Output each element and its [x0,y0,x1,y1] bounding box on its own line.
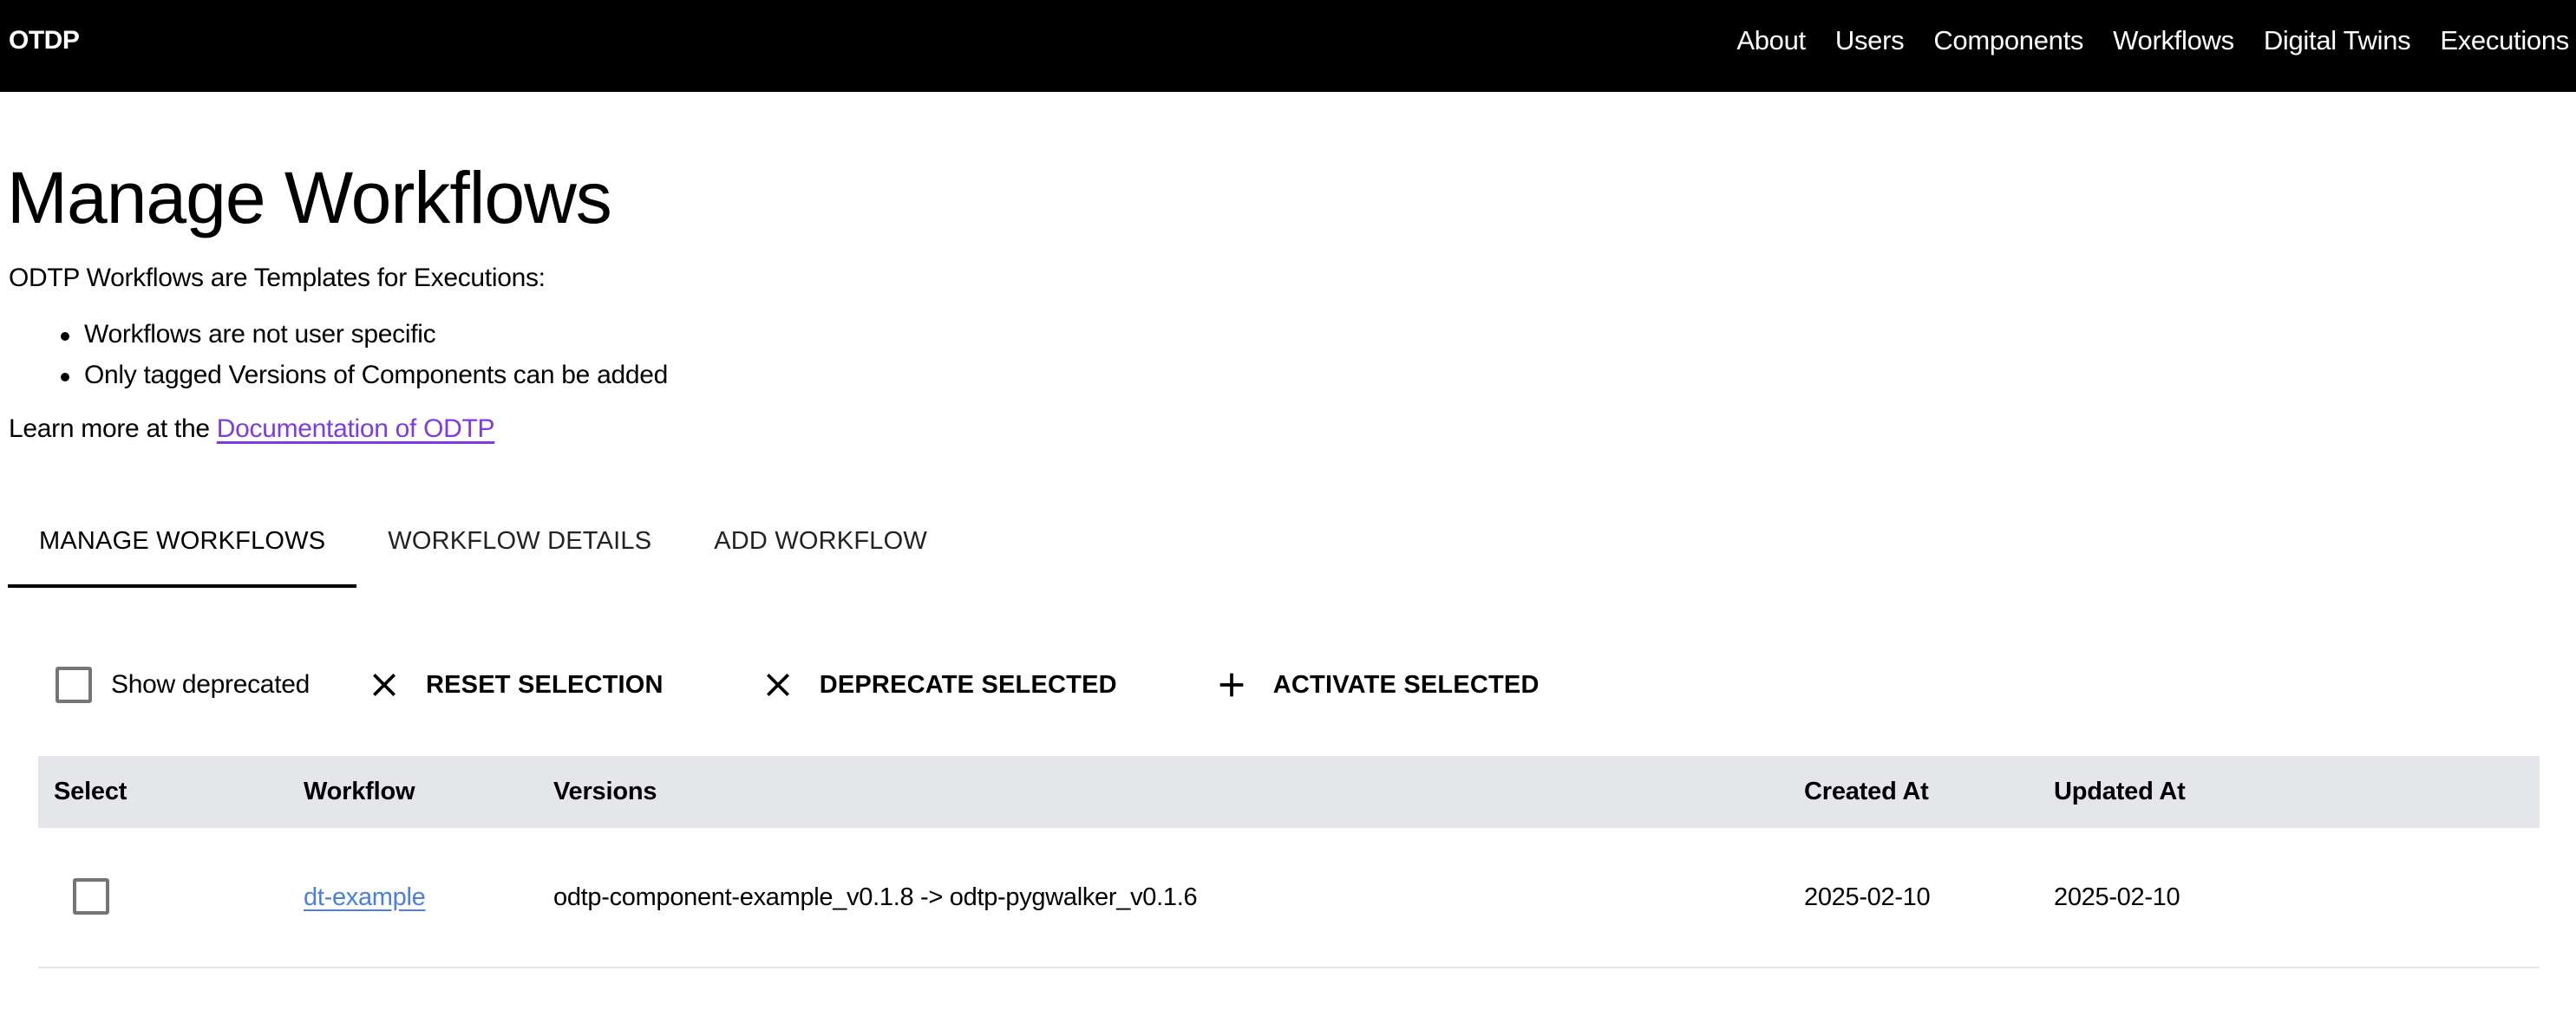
created-at-cell: 2025-02-10 [1804,883,1931,911]
reset-selection-button[interactable]: RESET SELECTION [367,668,664,702]
workflows-table: Select Workflow Versions Created At Upda… [38,756,2540,968]
updated-at-cell: 2025-02-10 [2054,883,2180,911]
deprecate-selected-label: DEPRECATE SELECTED [819,670,1117,699]
show-deprecated-toggle[interactable]: Show deprecated [56,667,310,703]
row-select-checkbox[interactable] [73,878,109,915]
info-bullet: Only tagged Versions of Components can b… [0,358,668,399]
column-header-versions: Versions [553,778,657,805]
tab-add-workflow[interactable]: ADD WORKFLOW [683,503,958,588]
show-deprecated-label: Show deprecated [111,670,310,699]
reset-selection-label: RESET SELECTION [426,670,664,699]
deprecate-selected-button[interactable]: DEPRECATE SELECTED [761,668,1117,702]
activate-selected-button[interactable]: ACTIVATE SELECTED [1214,668,1540,702]
page-title: Manage Workflows [7,157,612,238]
column-header-workflow: Workflow [304,778,415,805]
column-header-updated-at: Updated At [2054,778,2186,805]
nav-link-executions[interactable]: Executions [2440,25,2569,56]
learn-more-text: Learn more at the Documentation of ODTP [9,414,495,444]
close-icon [373,674,396,696]
info-bullet-list: Workflows are not user specific Only tag… [0,317,668,399]
column-header-select: Select [54,778,127,805]
intro-text: ODTP Workflows are Templates for Executi… [9,264,546,292]
close-icon [766,674,789,696]
nav-link-components[interactable]: Components [1933,25,2083,56]
action-toolbar: Show deprecated RESET SELECTION DEPRECAT… [56,659,1637,711]
nav-link-about[interactable]: About [1736,25,1806,56]
tab-manage-workflows[interactable]: MANAGE WORKFLOWS [8,503,357,588]
tab-bar: MANAGE WORKFLOWS WORKFLOW DETAILS ADD WO… [8,503,958,588]
documentation-link[interactable]: Documentation of ODTP [217,414,495,443]
table-header: Select Workflow Versions Created At Upda… [38,756,2540,828]
tab-workflow-details[interactable]: WORKFLOW DETAILS [356,503,683,588]
plus-icon [1219,673,1244,697]
show-deprecated-checkbox[interactable] [56,667,92,703]
workflow-cell: dt-example [304,828,426,967]
workflow-link[interactable]: dt-example [304,883,426,911]
versions-cell: odtp-component-example_v0.1.8 -> odtp-py… [553,883,1198,911]
nav-link-workflows[interactable]: Workflows [2113,25,2234,56]
learn-more-prefix: Learn more at the [9,414,217,443]
nav-link-users[interactable]: Users [1835,25,1905,56]
column-header-created-at: Created At [1804,778,1929,805]
nav-links: About Users Components Workflows Digital… [1736,25,2569,56]
brand-logo[interactable]: OTDP [9,26,80,55]
table-row: dt-example odtp-component-example_v0.1.8… [38,828,2540,968]
info-bullet: Workflows are not user specific [0,317,668,358]
activate-selected-label: ACTIVATE SELECTED [1272,670,1540,699]
nav-link-digital-twins[interactable]: Digital Twins [2264,25,2411,56]
top-navbar: OTDP About Users Components Workflows Di… [0,0,2576,92]
